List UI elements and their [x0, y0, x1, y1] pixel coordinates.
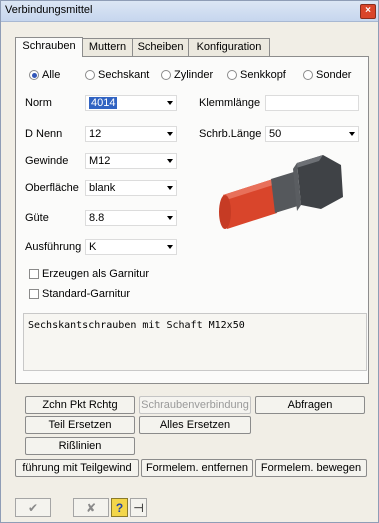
guete-select[interactable]: 8.8 — [85, 210, 177, 226]
klemmlaenge-label: Klemmlänge — [199, 97, 261, 109]
tab-konfiguration[interactable]: Konfiguration — [188, 38, 270, 56]
ausfuehrung-select[interactable]: K — [85, 239, 177, 255]
gewinde-label: Gewinde — [25, 155, 69, 167]
radio-alle[interactable]: Alle — [29, 69, 60, 81]
radio-indicator — [85, 70, 95, 80]
tab-muttern[interactable]: Muttern — [82, 38, 133, 56]
title-bar[interactable]: Verbindungsmittel × — [1, 1, 378, 22]
klemmlaenge-input[interactable] — [265, 95, 359, 111]
close-icon[interactable]: × — [360, 4, 376, 19]
radio-indicator — [161, 70, 171, 80]
erzeugen-garnitur-checkbox[interactable]: Erzeugen als Garnitur — [29, 268, 149, 280]
oberflaeche-label: Oberfläche — [25, 182, 79, 194]
radio-label: Zylinder — [174, 69, 214, 81]
schraubenverbindung-button[interactable]: Schraubenverbindung — [139, 396, 251, 414]
pin-icon[interactable]: ⊣ — [130, 498, 147, 517]
radio-zylinder[interactable]: Zylinder — [161, 69, 213, 81]
radio-label: Senkkopf — [240, 69, 286, 81]
checkbox-box — [29, 269, 39, 279]
oberflaeche-value: blank — [89, 182, 116, 194]
tab-schrauben[interactable]: Schrauben — [15, 37, 83, 57]
risslinien-button[interactable]: Rißlinien — [25, 437, 135, 455]
fuehrung-teilgewinde-button[interactable]: führung mit Teilgewind — [15, 459, 139, 477]
schrblaenge-label: Schrb.Länge — [199, 128, 262, 140]
chevron-down-icon — [167, 159, 173, 163]
checkbox-label: Standard-Garnitur — [42, 288, 131, 300]
chevron-down-icon — [167, 216, 173, 220]
chevron-down-icon — [349, 132, 355, 136]
dnenn-value: 12 — [89, 128, 102, 140]
formelem-bewegen-button[interactable]: Formelem. bewegen — [255, 459, 367, 477]
radio-label: Alle — [42, 69, 61, 81]
radio-sechskant[interactable]: Sechskant — [85, 69, 149, 81]
checkbox-label: Erzeugen als Garnitur — [42, 268, 149, 280]
chevron-down-icon — [167, 245, 173, 249]
chevron-down-icon — [167, 186, 173, 190]
norm-select[interactable]: 4014 — [85, 95, 177, 111]
teil-ersetzen-button[interactable]: Teil Ersetzen — [25, 416, 135, 434]
norm-label: Norm — [25, 97, 52, 109]
gewinde-select[interactable]: M12 — [85, 153, 177, 169]
help-icon[interactable]: ? — [111, 498, 128, 517]
norm-value: 4014 — [89, 97, 118, 109]
window-title: Verbindungsmittel — [5, 4, 93, 16]
chevron-down-icon — [167, 101, 173, 105]
description-textarea[interactable]: Sechskantschrauben mit Schaft M12x50 — [23, 313, 367, 371]
guete-value: 8.8 — [89, 212, 105, 224]
ausfuehrung-value: K — [89, 241, 97, 253]
bolt-preview-image — [219, 155, 343, 229]
schrblaenge-value: 50 — [269, 128, 282, 140]
guete-label: Güte — [25, 212, 49, 224]
radio-indicator — [303, 70, 313, 80]
dnenn-select[interactable]: 12 — [85, 126, 177, 142]
radio-senkkopf[interactable]: Senkkopf — [227, 69, 286, 81]
schrblaenge-select[interactable]: 50 — [265, 126, 359, 142]
radio-label: Sonder — [316, 69, 352, 81]
dnenn-label: D Nenn — [25, 128, 63, 140]
alles-ersetzen-button[interactable]: Alles Ersetzen — [139, 416, 251, 434]
cancel-x-icon[interactable]: ✘ — [73, 498, 109, 517]
tab-scheiben[interactable]: Scheiben — [132, 38, 189, 56]
checkbox-box — [29, 289, 39, 299]
radio-indicator — [29, 70, 39, 80]
radio-indicator — [227, 70, 237, 80]
ausfuehrung-label: Ausführung — [25, 241, 82, 253]
standard-garnitur-checkbox[interactable]: Standard-Garnitur — [29, 288, 130, 300]
abfragen-button[interactable]: Abfragen — [255, 396, 365, 414]
formelem-entfernen-button[interactable]: Formelem. entfernen — [141, 459, 253, 477]
radio-sonder[interactable]: Sonder — [303, 69, 351, 81]
verbindungsmittel-window: Verbindungsmittel × Schrauben Muttern Sc… — [0, 0, 379, 523]
radio-label: Sechskant — [98, 69, 150, 81]
chevron-down-icon — [167, 132, 173, 136]
gewinde-value: M12 — [89, 155, 111, 167]
zchn-pkt-rchtg-button[interactable]: Zchn Pkt Rchtg — [25, 396, 135, 414]
bolt-icon — [219, 155, 343, 229]
oberflaeche-select[interactable]: blank — [85, 180, 177, 196]
ok-check-icon[interactable]: ✔ — [15, 498, 51, 517]
